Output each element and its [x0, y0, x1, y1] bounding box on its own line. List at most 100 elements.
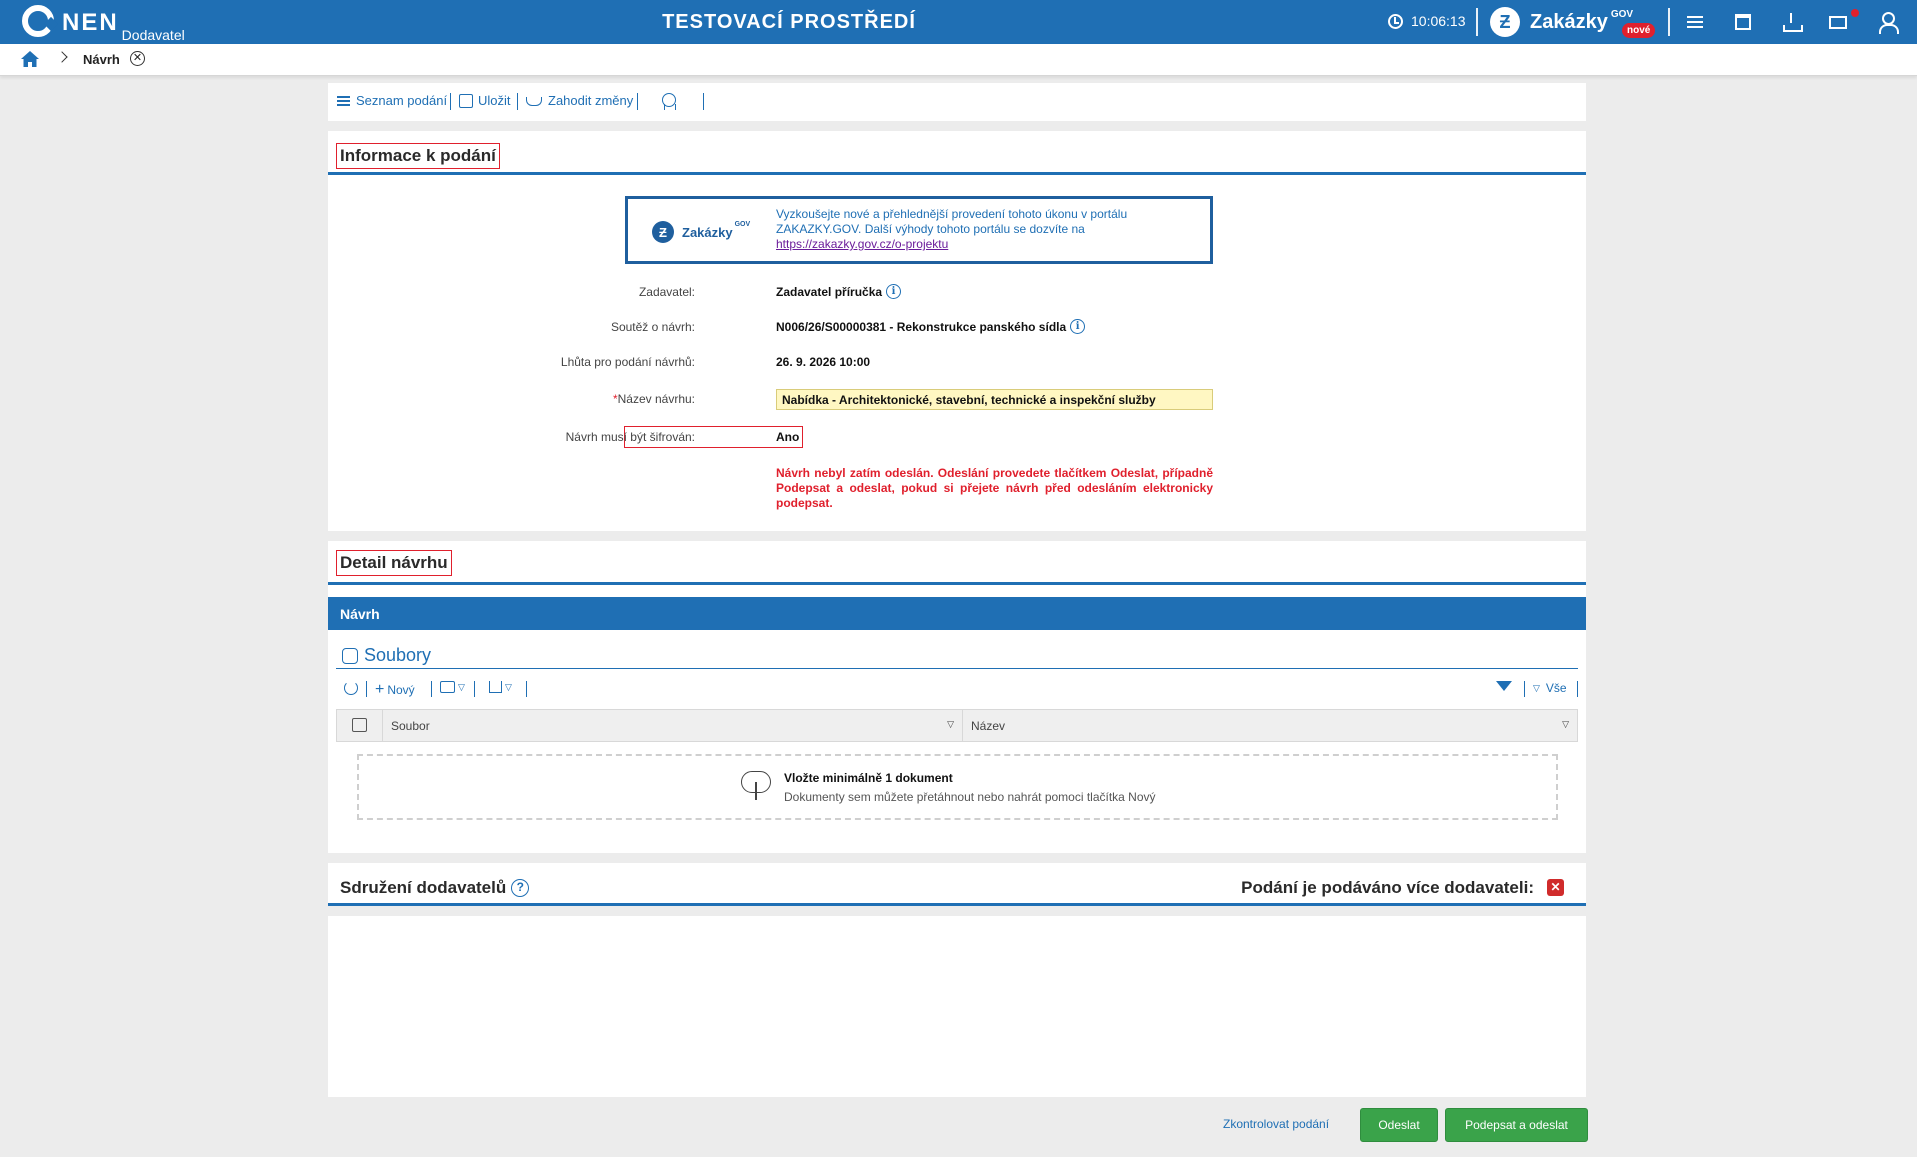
close-icon[interactable]: ✕ — [130, 51, 145, 66]
new-badge: nové — [1622, 23, 1656, 38]
export-dropdown[interactable]: ▽ — [489, 681, 512, 693]
multiple-suppliers-checkbox[interactable]: ✕ — [1547, 879, 1564, 896]
calendar-icon[interactable] — [1735, 14, 1751, 30]
top-bar: NEN Dodavatel TESTOVACÍ PROSTŘEDÍ 10:06:… — [0, 0, 1917, 44]
home-icon[interactable] — [20, 50, 40, 68]
banner-text-block: Vyzkoušejte nové a přehlednější proveden… — [776, 207, 1196, 252]
form-toolbar: Seznam podání Uložit Zahodit změny — [328, 83, 1586, 121]
environment-title: TESTOVACÍ PROSTŘEDÍ — [662, 11, 916, 33]
save-icon — [459, 93, 473, 108]
dropzone-subtitle: Dokumenty sem můžete přetáhnout nebo nah… — [784, 790, 1156, 804]
zakazky-logo-icon: Ƶ — [1490, 7, 1520, 37]
file-dropzone[interactable]: Vložte minimálně 1 dokument Dokumenty se… — [357, 754, 1558, 820]
help-icon[interactable]: ? — [511, 879, 530, 897]
grid-toolbar-divider — [526, 681, 527, 697]
download-icon[interactable] — [1780, 11, 1803, 33]
column-header-soubor[interactable]: Soubor ▽ — [383, 710, 963, 741]
files-divider — [336, 668, 1578, 669]
dropzone-title: Vložte minimálně 1 dokument — [784, 771, 953, 785]
menu-icon[interactable] — [1684, 11, 1706, 33]
send-button[interactable]: Odeslat — [1360, 1108, 1438, 1142]
notification-dot — [1851, 9, 1859, 17]
zadavatel-label: Zadavatel: — [638, 285, 695, 299]
soutez-text: N006/26/S00000381 - Rekonstrukce panskéh… — [776, 319, 1067, 334]
column-header-nazev[interactable]: Název ▽ — [963, 710, 1577, 741]
zakazky-banner-logo: Ƶ Zakázky GOV — [652, 221, 750, 243]
filter-button[interactable] — [1496, 681, 1512, 691]
sort-icon: ▽ — [947, 719, 954, 729]
refresh-icon — [344, 681, 358, 695]
breadcrumb: Návrh ✕ — [0, 44, 1917, 76]
info-icon[interactable]: i — [886, 284, 902, 299]
files-title-text: Soubory — [364, 645, 432, 665]
files-title: Soubory — [342, 645, 431, 666]
zakazky-promo-banner: Ƶ Zakázky GOV Vyzkoušejte nové a přehled… — [625, 196, 1213, 264]
undo-icon — [526, 97, 542, 106]
zakazky-banner-sup: GOV — [734, 221, 751, 228]
clock-icon — [1388, 13, 1403, 29]
breadcrumb-current[interactable]: Návrh — [83, 52, 120, 67]
zakazky-sup: GOV — [1610, 9, 1634, 20]
new-file-button[interactable]: + Nový — [375, 681, 415, 699]
sifrovan-label: Návrh musí být šifrován: — [565, 430, 695, 444]
award-icon[interactable] — [662, 93, 676, 110]
mail-icon[interactable] — [1829, 16, 1847, 29]
multiple-suppliers-label: Podání je podáváno více dodavateli: — [1241, 878, 1534, 897]
section-title-detail: Detail návrhu — [336, 550, 452, 576]
check-submission-button[interactable]: Zkontrolovat podání — [1223, 1117, 1329, 1131]
plus-icon: + — [375, 681, 385, 698]
new-file-label: Nový — [387, 683, 415, 697]
discard-changes-button[interactable]: Zahodit změny — [526, 93, 633, 108]
settings-sliders-icon — [352, 718, 367, 732]
chevron-down-icon: ▽ — [505, 681, 512, 692]
zakazky-banner-name: Zakázky — [682, 224, 733, 240]
banner-link[interactable]: https://zakazky.gov.cz/o-projektu — [776, 237, 948, 251]
proposal-detail-panel: Detail návrhu Návrh Soubory + Nový ▽ ▽ ▽… — [328, 541, 1586, 853]
proposal-name-input[interactable] — [776, 389, 1213, 410]
info-icon[interactable]: i — [1070, 319, 1086, 334]
view-all-dropdown[interactable]: ▽ Vše — [1533, 681, 1567, 695]
zadavatel-value: Zadavatel příručka i — [776, 284, 902, 299]
soutez-label: Soutěž o návrh: — [610, 320, 695, 334]
chevron-right-icon — [56, 51, 68, 63]
submission-info-panel: Informace k podání Ƶ Zakázky GOV Vyzkouš… — [328, 131, 1586, 531]
grid-toolbar-divider — [1524, 681, 1525, 697]
soutez-value: N006/26/S00000381 - Rekonstrukce panskéh… — [776, 319, 1086, 334]
header-divider — [1476, 8, 1478, 36]
chevron-down-icon: ▽ — [1533, 682, 1540, 693]
print-dropdown[interactable]: ▽ — [440, 681, 465, 693]
section-divider — [328, 582, 1586, 585]
cloud-upload-icon — [741, 771, 771, 800]
not-sent-warning: Návrh nebyl zatím odeslán. Odeslání prov… — [776, 466, 1213, 510]
nazev-label-text: Název návrhu: — [617, 392, 695, 406]
toolbar-divider — [517, 93, 518, 110]
header-divider — [1668, 8, 1670, 36]
sign-and-send-button[interactable]: Podepsat a odeslat — [1445, 1108, 1588, 1142]
view-all-label: Vše — [1545, 681, 1567, 695]
section-gap — [328, 906, 1586, 916]
export-icon — [489, 681, 502, 693]
section-divider — [328, 172, 1586, 175]
association-title: Sdružení dodavatelů ? — [340, 878, 530, 898]
zakazky-logo-icon: Ƶ — [652, 221, 674, 243]
save-button[interactable]: Uložit — [459, 93, 511, 108]
lhuta-value: 26. 9. 2026 10:00 — [776, 355, 871, 369]
column-settings-button[interactable] — [337, 710, 383, 741]
list-icon — [337, 99, 350, 102]
banner-text: Vyzkoušejte nové a přehlednější proveden… — [776, 207, 1128, 236]
column-label: Název — [971, 719, 1006, 733]
supplier-association-panel: Sdružení dodavatelů ? Podání je podáváno… — [328, 863, 1586, 1097]
submission-list-label: Seznam podání — [356, 93, 448, 108]
association-title-text: Sdružení dodavatelů — [340, 878, 507, 897]
toolbar-divider — [637, 93, 638, 110]
zakazky-name: Zakázky — [1530, 10, 1608, 33]
print-icon — [440, 681, 455, 693]
refresh-button[interactable] — [344, 681, 358, 695]
puzzle-icon — [342, 647, 358, 664]
grid-toolbar-divider — [366, 681, 367, 697]
user-icon[interactable] — [1876, 11, 1899, 34]
submission-list-button[interactable]: Seznam podání — [337, 93, 447, 108]
sifrovan-value: Ano — [776, 430, 800, 444]
column-label: Soubor — [391, 719, 430, 733]
zakazky-portal-link[interactable]: Ƶ Zakázky GOV nové — [1490, 7, 1656, 38]
